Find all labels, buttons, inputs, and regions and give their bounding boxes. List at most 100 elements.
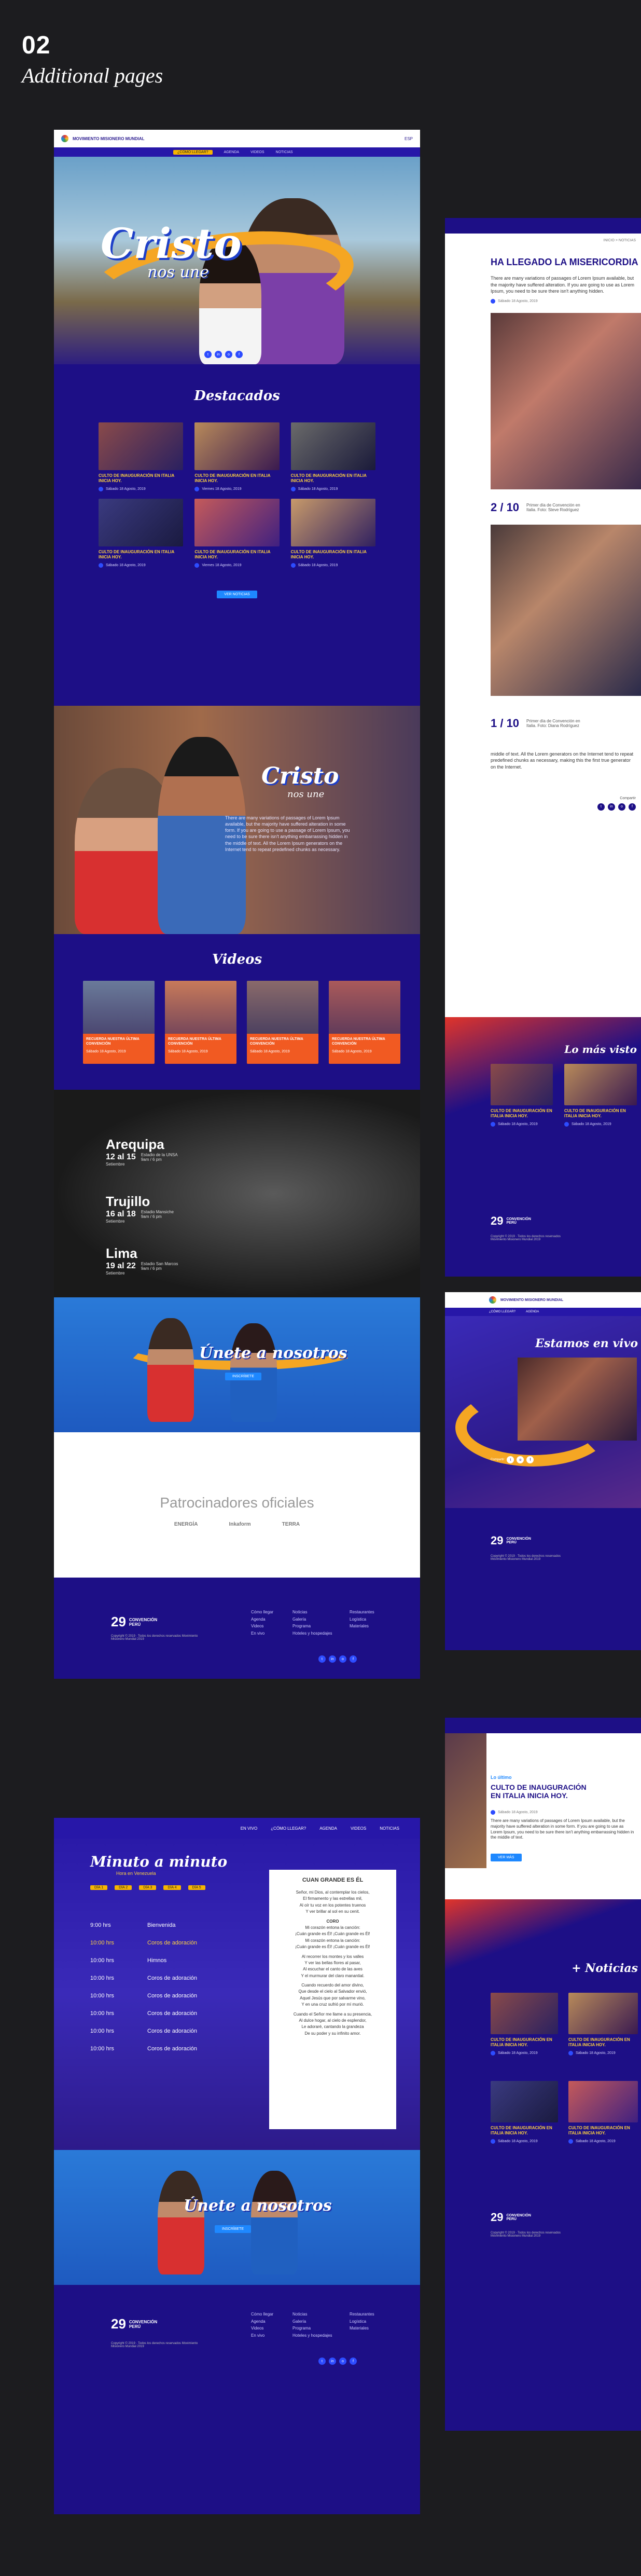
footer-link[interactable]: Hoteles y hospedajes [292,1630,332,1637]
featured-card[interactable]: CULTO DE INAUGURACIÓN EN ITALIA INICIA H… [194,422,280,491]
linkedin-icon[interactable]: in [329,2358,336,2365]
schedule-row[interactable]: 9:00 hrs Bienvenida [90,1916,256,1934]
live-video-player[interactable] [518,1358,637,1441]
nav-item-how-to-get[interactable]: ¿CÓMO LLEGAR? [489,1310,515,1313]
sponsor-logo[interactable]: ENERGÍA [174,1522,198,1527]
nav-item-live[interactable]: EN VIVO [241,1826,257,1831]
footer-link[interactable]: Programa [292,2325,332,2332]
nav-item-agenda[interactable]: AGENDA [526,1310,539,1313]
footer-link[interactable]: Videos [251,2325,273,2332]
view-news-button[interactable]: VER NOTICIAS [217,591,257,598]
news-card[interactable]: CULTO DE INAUGURACIÓN EN ITALIA INICIA H… [568,1993,638,2056]
video-card[interactable]: RECUERDA NUESTRA ÚLTIMA CONVENCIÓN Sábado… [83,981,155,1064]
twitter-icon[interactable]: t [318,2358,326,2365]
featured-card[interactable]: CULTO DE INAUGURACIÓN EN ITALIA INICIA H… [99,499,184,568]
twitter-icon[interactable]: t [318,1655,326,1663]
footer-link[interactable]: Restaurantes [350,1609,374,1616]
footer-link[interactable]: Galería [292,2318,332,2325]
instagram-icon[interactable]: o [339,2358,346,2365]
article-topbar [445,218,641,234]
footer-link[interactable]: Cómo llegar [251,1609,273,1616]
article-breadcrumb[interactable]: INICIO > NOTICIAS [445,234,641,242]
news-card[interactable]: CULTO DE INAUGURACIÓN EN ITALIA INICIA H… [491,1993,558,2056]
featured-card[interactable]: CULTO DE INAUGURACIÓN EN ITALIA INICIA H… [99,422,184,491]
footer-link[interactable]: Noticias [292,2311,332,2318]
linkedin-icon[interactable]: in [329,1655,336,1663]
featured-card[interactable]: CULTO DE INAUGURACIÓN EN ITALIA INICIA H… [290,422,375,491]
twitter-icon[interactable]: t [597,803,605,811]
instagram-icon[interactable]: o [225,351,232,358]
instagram-icon[interactable]: o [618,803,625,811]
footer-link[interactable]: Noticias [292,1609,332,1616]
facebook-icon[interactable]: f [629,803,636,811]
join-button[interactable]: INSCRÍBETE [225,1373,262,1380]
instagram-icon[interactable]: o [517,1456,524,1463]
instagram-icon[interactable]: o [339,1655,346,1663]
gallery-image[interactable] [491,524,641,696]
language-selector[interactable]: ESP [405,136,413,141]
schedule-row[interactable]: 10:00 hrs Coros de adoración [90,1934,256,1952]
city-time: 9am / 6 pm [141,1157,162,1162]
join-person [251,2171,298,2274]
tab-day-3[interactable]: DÍA 3 [139,1885,157,1890]
footer-link[interactable]: Materiales [350,2325,374,2332]
footer-link[interactable]: Logística [350,1616,374,1623]
schedule-row[interactable]: 10:00 hrs Coros de adoración [90,1969,256,1987]
facebook-icon[interactable]: f [350,1655,357,1663]
facebook-icon[interactable]: f [350,2358,357,2365]
tab-day-1[interactable]: DÍA 1 [90,1885,108,1890]
footer-link[interactable]: Galería [292,1616,332,1623]
news-card[interactable]: CULTO DE INAUGURACIÓN EN ITALIA INICIA H… [491,2081,558,2144]
footer-link[interactable]: Videos [251,1623,273,1630]
schedule-row[interactable]: 10:00 hrs Coros de adoración [90,2005,256,2022]
footer-link[interactable]: Materiales [350,1623,374,1630]
video-card[interactable]: RECUERDA NUESTRA ÚLTIMA CONVENCIÓN Sábado… [247,981,318,1064]
tab-day-2[interactable]: DÍA 2 [115,1885,132,1890]
footer-link[interactable]: Restaurantes [350,2311,374,2318]
footer-link[interactable]: Agenda [251,2318,273,2325]
gallery-image[interactable] [491,312,641,489]
news-card[interactable]: CULTO DE INAUGURACIÓN EN ITALIA INICIA H… [568,2081,638,2144]
footer-link[interactable]: En vivo [251,2332,273,2339]
footer-link[interactable]: Cómo llegar [251,2311,273,2318]
most-viewed-card[interactable]: CULTO DE INAUGURACIÓN EN ITALIA INICIA H… [491,1064,553,1127]
linkedin-icon[interactable]: in [215,351,222,358]
footer-link[interactable]: Hoteles y hospedajes [292,2332,332,2339]
nav-item-news[interactable]: NOTICIAS [276,150,293,154]
news-hero-image[interactable] [445,1733,486,1868]
twitter-icon[interactable]: t [204,351,212,358]
footer-link[interactable]: En vivo [251,1630,273,1637]
facebook-icon[interactable]: f [526,1456,534,1463]
video-card[interactable]: RECUERDA NUESTRA ÚLTIMA CONVENCIÓN Sábado… [329,981,400,1064]
facebook-icon[interactable]: f [235,351,243,358]
featured-card[interactable]: CULTO DE INAUGURACIÓN EN ITALIA INICIA H… [290,499,375,568]
sponsor-logo[interactable]: Inkaform [229,1522,250,1527]
footer-logo-number: 29 [111,2316,126,2332]
schedule-row[interactable]: 10:00 hrs Himnos [90,1952,256,1969]
most-viewed-card[interactable]: CULTO DE INAUGURACIÓN EN ITALIA INICIA H… [564,1064,637,1127]
nav-item-news[interactable]: NOTICIAS [380,1826,399,1831]
footer-link[interactable]: Agenda [251,1616,273,1623]
video-card[interactable]: RECUERDA NUESTRA ÚLTIMA CONVENCIÓN Sábado… [165,981,236,1064]
linkedin-icon[interactable]: in [608,803,615,811]
nav-item-how-to-get[interactable]: ¿CÓMO LLEGAR? [271,1826,306,1831]
schedule-row[interactable]: 10:00 hrs Coros de adoración [90,2040,256,2058]
schedule-row[interactable]: 10:00 hrs Coros de adoración [90,2022,256,2040]
nav-item-agenda[interactable]: AGENDA [224,150,240,154]
nav-item-agenda[interactable]: AGENDA [319,1826,337,1831]
schedule-label: Coros de adoración [147,1940,198,1946]
tab-day-5[interactable]: DÍA 5 [188,1885,205,1890]
sponsor-logo[interactable]: TERRA [282,1522,300,1527]
featured-card[interactable]: CULTO DE INAUGURACIÓN EN ITALIA INICIA H… [194,499,280,568]
footer-link[interactable]: Logística [350,2318,374,2325]
nav-item-how-to-get[interactable]: ¿CÓMO LLEGAR? [173,149,213,155]
nav-item-videos[interactable]: VIDEOS [250,150,264,154]
tab-day-4[interactable]: DÍA 4 [163,1885,181,1890]
read-more-button[interactable]: VER MÁS [491,1854,522,1861]
nav-item-videos[interactable]: VIDEOS [351,1826,366,1831]
join-button[interactable]: INSCRÍBETE [215,2225,252,2233]
schedule-row[interactable]: 10:00 hrs Coros de adoración [90,1987,256,2005]
footer-link[interactable]: Programa [292,1623,332,1630]
lyric-line: Le adoraré, cantando la grandeza [301,2024,364,2030]
twitter-icon[interactable]: t [507,1456,514,1463]
